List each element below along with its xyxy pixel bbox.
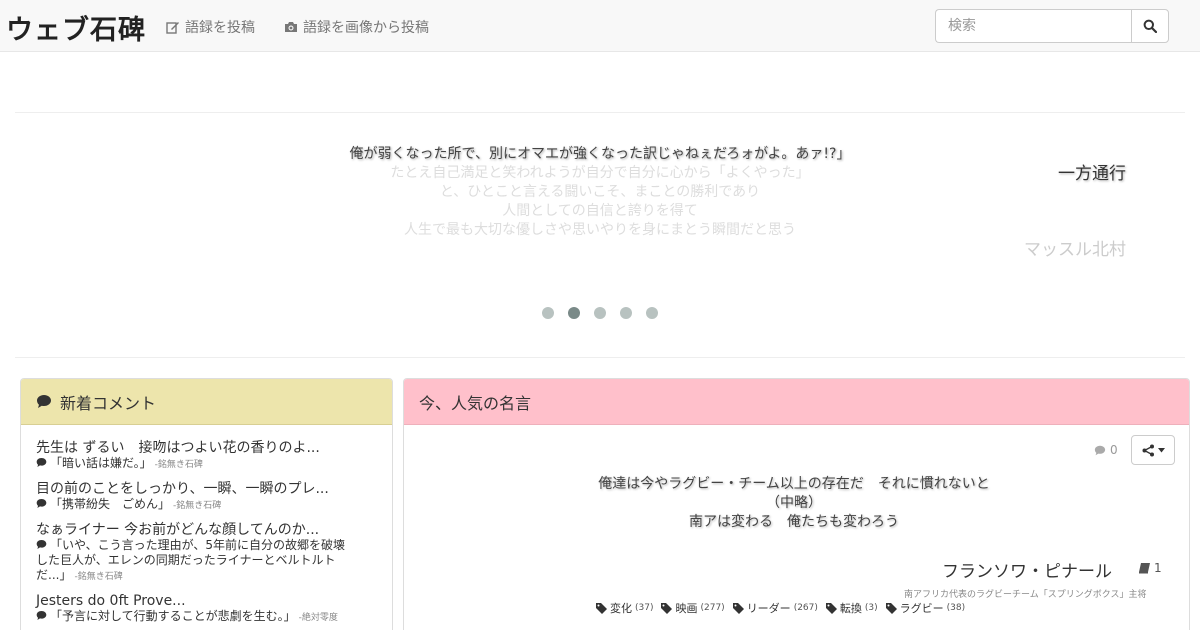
source-count[interactable]: 1: [1138, 561, 1162, 575]
share-icon: [1142, 444, 1154, 456]
author-description: 南アフリカ代表のラグビーチーム「スプリングボクス」主将: [904, 590, 1147, 600]
carousel-active-quote[interactable]: 俺が弱くなった所で、別にオマエが強くなった訳じゃねぇだろォがよ。あァ!?」: [260, 145, 940, 164]
tag-count: (38): [946, 603, 966, 613]
comment-quote-link[interactable]: 先生は ずるい 接吻はつよい花の香りのよ...: [36, 440, 381, 456]
tag-icon: [661, 602, 673, 614]
nav-post-image-label: 語録を画像から投稿: [303, 20, 429, 36]
share-dropdown-button[interactable]: [1131, 435, 1175, 465]
search-icon: [1143, 19, 1157, 33]
tag-count: (267): [793, 603, 818, 613]
tag-icon: [825, 602, 837, 614]
comment-item: なぁライナー 今お前がどんな顔してんのか... 「いや、こう言った理由が、5年前…: [36, 522, 381, 585]
comment-author: -銘無き石碑: [173, 501, 222, 511]
carousel-next-author: マッスル北村: [1024, 240, 1126, 260]
camera-icon: [285, 22, 297, 32]
search-button[interactable]: [1131, 9, 1169, 43]
search-input[interactable]: [935, 9, 1131, 43]
caret-down-icon: [1157, 447, 1165, 452]
comment-text: 「暗い話は嫌だ。」: [50, 456, 152, 470]
comment-quote-link[interactable]: Jesters do 0ft Prove...: [36, 593, 381, 609]
tag-icon: [885, 602, 897, 614]
comment-text-line: だ...」: [36, 568, 72, 582]
navbar: ウェブ石碑 語録を投稿 語録を画像から投稿: [0, 0, 1200, 52]
carousel-next-line: 人間としての自信と誇りを得て: [502, 203, 698, 219]
edit-icon: [166, 22, 179, 34]
tag-icon: [596, 602, 607, 614]
popular-quote-author[interactable]: フランソワ・ピナール: [942, 557, 1112, 582]
tag-name: リーダー: [746, 602, 791, 615]
comment-item: Jesters do 0ft Prove... 「予言に対して行動することが悲劇…: [36, 593, 381, 626]
comment-body: 「いや、こう言った理由が、5年前に自分の故郷を破壊 した巨人が、エレンの同期だっ…: [36, 538, 381, 585]
quote-comment-count[interactable]: 0: [1094, 443, 1118, 457]
comment-icon: [37, 395, 51, 408]
carousel-next-line: と、ひとこと言える闘いこそ、まことの勝利であり: [439, 184, 761, 200]
quote-comment-count-value: 0: [1110, 443, 1118, 457]
tag-name: ラグビー: [899, 602, 944, 615]
popular-quotes-title: 今、人気の名言: [419, 393, 532, 413]
carousel-active-author[interactable]: 一方通行: [1058, 159, 1126, 184]
search-form: [935, 9, 1169, 43]
recent-comments-title: 新着コメント: [60, 393, 157, 413]
tag-item[interactable]: 転換 (3): [825, 600, 878, 616]
comment-item: 目の前のことをしっかり、一瞬、一瞬のプレ... 「携帯紛失 ごめん」 -銘無き石碑: [36, 481, 381, 514]
carousel-next-quote: たとえ自己満足と笑われようが自分で自分に心から「よくやった」 と、ひとこと言える…: [260, 164, 940, 240]
book-icon: [1139, 563, 1150, 574]
tag-icon: [732, 602, 744, 614]
tag-item[interactable]: 変化 (37): [596, 600, 653, 616]
popular-quote-line: 俺達は今やラグビー・チーム以上の存在だ それに慣れないと: [598, 476, 990, 492]
comment-body: 「携帯紛失 ごめん」 -銘無き石碑: [36, 497, 381, 514]
comment-author: -絶対零度: [298, 613, 338, 623]
carousel-dot[interactable]: [594, 307, 606, 319]
carousel-dot[interactable]: [620, 307, 632, 319]
carousel-next-line: たとえ自己満足と笑われようが自分で自分に心から「よくやった」: [390, 165, 810, 181]
comment-text: 「予言に対して行動することが悲劇を生む。」: [50, 609, 296, 623]
comment-icon: [36, 499, 47, 508]
brand-logo[interactable]: ウェブ石碑: [6, 8, 146, 47]
comment-text: 「携帯紛失 ごめん」: [50, 497, 171, 511]
comment-icon: [36, 458, 47, 467]
carousel-dot-active[interactable]: [568, 307, 580, 319]
popular-quote-line: （中略）: [766, 495, 822, 511]
comment-body: 「暗い話は嫌だ。」 -銘無き石碑: [36, 456, 381, 473]
carousel-indicators: [542, 307, 658, 319]
popular-quote-line: 南アは変わる 俺たちも変わろう: [689, 514, 899, 530]
popular-quote-text[interactable]: 俺達は今やラグビー・チーム以上の存在だ それに慣れないと （中略） 南アは変わる…: [484, 475, 1104, 532]
comment-body: 「予言に対して行動することが悲劇を生む。」 -絶対零度: [36, 609, 381, 626]
carousel-next-line: 人生で最も大切な優しさや思いやりを身にまとう瞬間だと思う: [404, 222, 796, 238]
source-count-value: 1: [1154, 561, 1162, 575]
popular-quotes-heading: 今、人気の名言: [404, 379, 1189, 425]
comment-author: -銘無き石碑: [154, 460, 203, 470]
comment-icon: [36, 540, 47, 549]
nav-post-image[interactable]: 語録を画像から投稿: [284, 17, 429, 37]
tag-item[interactable]: リーダー (267): [732, 600, 818, 616]
tag-count: (3): [864, 603, 878, 613]
tag-name: 変化: [610, 602, 632, 615]
tag-list: 変化 (37) 映画 (277) リーダー (267) 転換 (3) ラグビー (38): [596, 600, 965, 616]
comment-quote-link[interactable]: 目の前のことをしっかり、一瞬、一瞬のプレ...: [36, 481, 381, 497]
comment-text-line: 「いや、こう言った理由が、5年前に自分の故郷を破壊: [50, 538, 346, 552]
tag-count: (37): [635, 603, 654, 613]
tag-count: (277): [700, 603, 725, 613]
carousel-dot[interactable]: [542, 307, 554, 319]
comment-icon: [1094, 445, 1106, 455]
nav-post-quote-label: 語録を投稿: [185, 20, 255, 36]
tag-item[interactable]: ラグビー (38): [885, 600, 966, 616]
recent-comments-panel: 新着コメント 先生は ずるい 接吻はつよい花の香りのよ... 「暗い話は嫌だ。」…: [20, 378, 393, 630]
comment-quote-link[interactable]: なぁライナー 今お前がどんな顔してんのか...: [36, 522, 381, 538]
tag-item[interactable]: 映画 (277): [661, 600, 725, 616]
popular-quotes-panel: 今、人気の名言 0 俺達は今やラグビー・チーム以上の存在だ それに慣れないと （…: [403, 378, 1190, 630]
carousel-dot[interactable]: [646, 307, 658, 319]
comment-icon: [36, 611, 47, 620]
divider-bottom: [15, 357, 1185, 358]
tag-name: 転換: [839, 602, 862, 615]
comment-author: -銘無き石碑: [74, 572, 123, 582]
nav-post-quote[interactable]: 語録を投稿: [166, 17, 255, 37]
comment-text-line: した巨人が、エレンの同期だったライナーとベルトルト: [36, 553, 336, 567]
comment-item: 先生は ずるい 接吻はつよい花の香りのよ... 「暗い話は嫌だ。」 -銘無き石碑: [36, 440, 381, 473]
tag-name: 映画: [675, 602, 698, 615]
recent-comments-heading: 新着コメント: [21, 379, 392, 425]
